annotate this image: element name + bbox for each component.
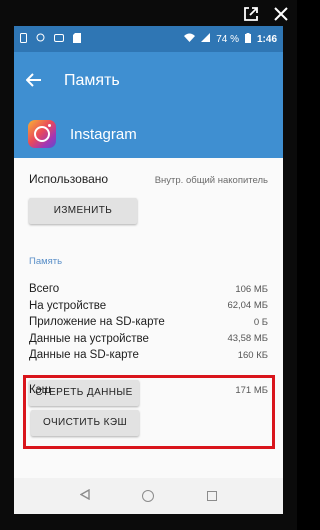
instagram-logo-icon [28,120,56,148]
stat-label: Данные на SD-карте [29,349,139,362]
signal-icon [201,33,211,45]
stat-label: На устройстве [29,299,107,312]
stat-value: 62,04 МБ [227,300,268,312]
storage-used-row: Использовано Внутр. общий накопитель [29,172,268,186]
wifi-icon [184,33,196,45]
phone-icon [20,32,27,46]
memory-stats-list: Всего 106 МБ На устройстве 62,04 МБ Прил… [29,281,268,364]
stat-value: 160 КБ [237,349,268,361]
stat-row-on-device: На устройстве 62,04 МБ [29,298,268,315]
stat-row-data-device: Данные на устройстве 43,58 МБ [29,331,268,348]
cache-row: Кэш 171 МБ [29,384,268,396]
stat-label: Приложение на SD-карте [29,316,165,329]
change-storage-button[interactable]: ИЗМЕНИТЬ [29,198,137,224]
clock: 1:46 [256,33,277,45]
stat-row-total: Всего 106 МБ [29,281,268,298]
battery-icon [244,32,251,46]
back-arrow-icon[interactable] [25,70,54,93]
app-bar: Память [14,52,283,110]
window-controls [243,6,289,22]
used-value: Внутр. общий накопитель [154,175,268,186]
stat-value: 106 МБ [235,283,268,295]
stat-row-data-sd: Данные на SD-карте 160 КБ [29,347,268,364]
stat-label: Данные на устройстве [29,332,149,345]
stat-value: 0 Б [253,316,268,328]
notification-icon [36,33,45,45]
memory-section-title: Память [29,256,63,267]
stat-value: 43,58 МБ [227,333,268,345]
app-name: Instagram [70,125,137,143]
cache-label: Кэш [29,384,51,396]
status-bar: 74 % 1:46 [14,26,283,52]
phone-screen: 74 % 1:46 Память Instagram Использовано … [14,26,283,514]
stat-row-app-sd: Приложение на SD-карте 0 Б [29,314,268,331]
sd-card-icon [73,32,81,46]
storage-content: Использовано Внутр. общий накопитель ИЗМ… [14,172,283,406]
app-header: Instagram [14,110,283,158]
used-label: Использовано [29,172,109,186]
close-icon[interactable] [273,6,289,22]
page-title: Память [64,72,120,89]
cache-value: 171 МБ [235,384,268,396]
navigation-bar [14,478,283,514]
battery-percent: 74 % [216,33,239,45]
nav-recent-apps-icon[interactable] [206,491,217,501]
clear-cache-button[interactable]: ОЧИСТИТЬ КЭШ [31,410,139,436]
stat-label: Всего [29,283,60,296]
vpn-icon [54,33,64,45]
external-link-icon[interactable] [243,6,259,22]
device-frame: 74 % 1:46 Память Instagram Использовано … [0,0,297,530]
nav-home-icon[interactable] [142,490,155,502]
nav-back-icon[interactable] [79,488,90,503]
